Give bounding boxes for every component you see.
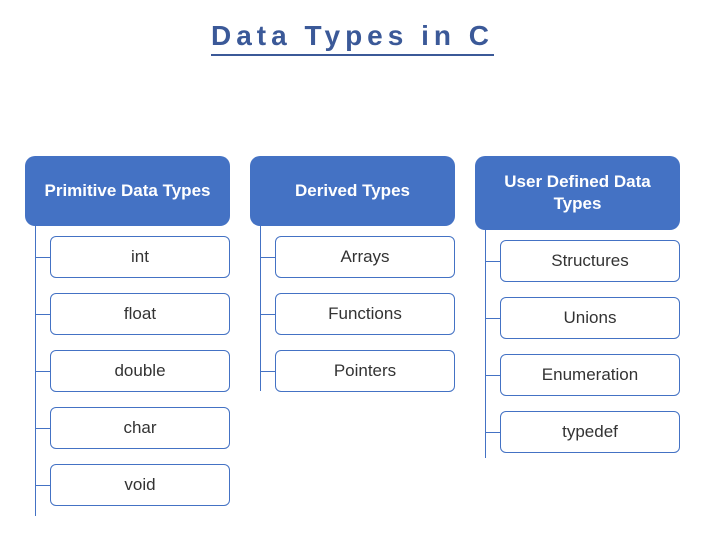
items-primitive: int float double char void [25,226,230,521]
category-header-userdefined: User Defined Data Types [475,156,680,230]
diagram-title: Data Types in C [211,20,494,56]
category-header-primitive: Primitive Data Types [25,156,230,226]
item-structures: Structures [500,240,680,282]
item-char: char [50,407,230,449]
item-functions: Functions [275,293,455,335]
item-typedef: typedef [500,411,680,453]
item-float: float [50,293,230,335]
column-userdefined: User Defined Data Types Structures Union… [475,156,680,521]
item-void: void [50,464,230,506]
item-arrays: Arrays [275,236,455,278]
category-header-derived: Derived Types [250,156,455,226]
item-unions: Unions [500,297,680,339]
columns-container: Primitive Data Types int float double ch… [25,156,680,521]
column-primitive: Primitive Data Types int float double ch… [25,156,230,521]
item-pointers: Pointers [275,350,455,392]
item-int: int [50,236,230,278]
items-userdefined: Structures Unions Enumeration typedef [475,230,680,468]
items-derived: Arrays Functions Pointers [250,226,455,407]
item-enumeration: Enumeration [500,354,680,396]
item-double: double [50,350,230,392]
column-derived: Derived Types Arrays Functions Pointers [250,156,455,521]
